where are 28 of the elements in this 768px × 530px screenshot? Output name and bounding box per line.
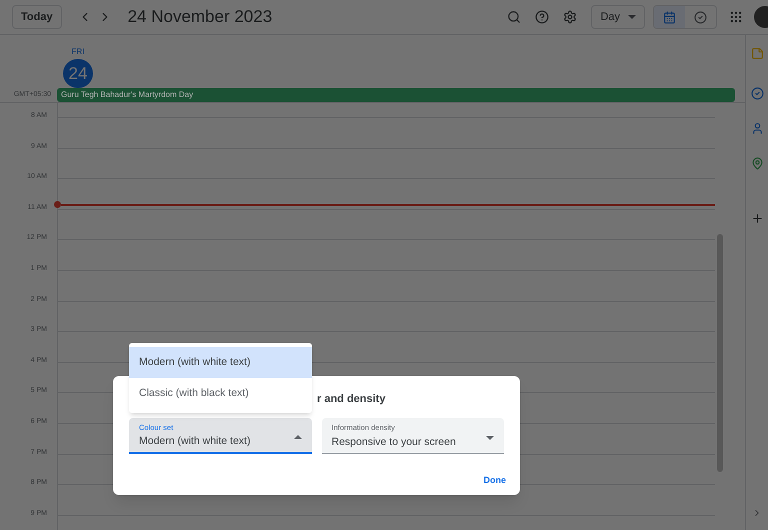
help-icon[interactable] <box>535 10 550 24</box>
person-icon[interactable] <box>750 122 764 135</box>
scrollbar[interactable] <box>717 234 723 472</box>
check-circle-icon <box>694 10 707 24</box>
note-icon[interactable] <box>750 47 764 60</box>
calendar-icon <box>663 10 676 24</box>
view-dropdown[interactable]: Day <box>591 5 645 29</box>
field-value: Modern (with white text) <box>139 434 252 450</box>
weekday-label: FRI <box>72 48 84 56</box>
map-pin-icon[interactable] <box>750 157 764 170</box>
today-button[interactable]: Today <box>12 5 62 29</box>
field-value: Responsive to your screen <box>332 434 457 450</box>
search-icon[interactable] <box>507 10 522 24</box>
all-day-event[interactable]: Guru Tegh Bahadur's Martyrdom Day <box>57 88 735 102</box>
dialog-title: r and density <box>317 392 386 407</box>
caret-icon <box>628 15 636 19</box>
check-circle-icon[interactable] <box>750 87 764 100</box>
add-icon[interactable] <box>750 212 764 225</box>
menu-item[interactable]: Modern (with white text) <box>129 347 312 378</box>
menu-item[interactable]: Classic (with black text) <box>129 378 312 409</box>
caret-icon <box>294 435 302 439</box>
done-button[interactable]: Done <box>484 474 506 487</box>
settings-icon[interactable] <box>563 10 578 24</box>
date-title: 24 November 2023 <box>128 6 272 28</box>
apps-icon[interactable] <box>729 10 743 24</box>
view-toggle[interactable] <box>654 6 685 28</box>
date-number[interactable]: 24 <box>63 59 93 88</box>
caret-icon <box>486 436 494 440</box>
